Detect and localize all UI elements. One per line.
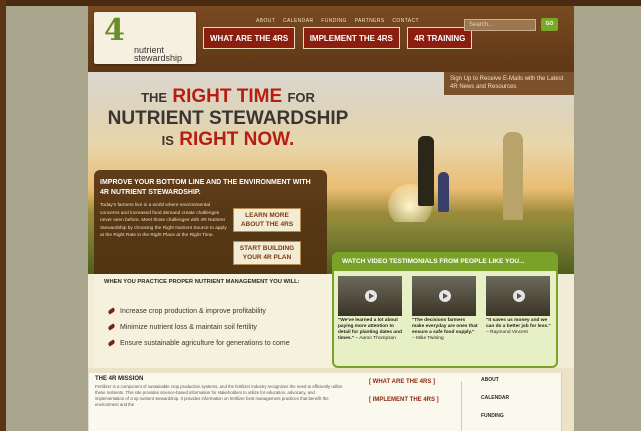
hero-banner: Sign Up to Receive E-Mails with the Late… [88, 72, 574, 274]
tab-implement-4rs[interactable]: IMPLEMENT THE 4RS [302, 27, 400, 49]
quote-author: – Mike Twining [412, 336, 444, 341]
quote-text: "The decisions farmers make everyday are… [412, 318, 478, 335]
top-nav: ABOUT CALENDAR FUNDING PARTNERS CONTACT [256, 18, 425, 24]
headline-is: IS [161, 133, 174, 148]
footer-card: THE 4R MISSION Fertilizer is a component… [88, 373, 562, 431]
search-go-button[interactable]: GO [541, 18, 558, 31]
figure-man [503, 132, 523, 220]
footer-nav-about[interactable]: ABOUT [481, 377, 499, 383]
practice-item: Minimize nutrient loss & maintain soil f… [107, 323, 257, 331]
leaf-bullet-icon [107, 339, 116, 347]
topnav-calendar[interactable]: CALENDAR [283, 18, 313, 24]
practice-item-text: Ensure sustainable agriculture for gener… [120, 340, 290, 347]
leaf-bullet-icon [107, 323, 116, 331]
video-testimonials: WATCH VIDEO TESTIMONIALS FROM PEOPLE LIK… [332, 252, 558, 368]
main-tabs: WHAT ARE THE 4RS IMPLEMENT THE 4RS 4R TR… [203, 27, 475, 49]
site-logo[interactable]: 4 nutrient stewardship [94, 12, 196, 64]
topnav-partners[interactable]: PARTNERS [355, 18, 385, 24]
topnav-about[interactable]: ABOUT [256, 18, 275, 24]
quote-author: – Aaron Thompson [355, 336, 396, 341]
quote-text: "It saves us money and we can do a bette… [486, 318, 551, 329]
testimonial-quote-3: "It saves us money and we can do a bette… [486, 318, 552, 336]
play-icon [439, 290, 451, 302]
footer-divider [461, 381, 462, 431]
topnav-funding[interactable]: FUNDING [321, 18, 347, 24]
logo-mark: 4 [104, 13, 125, 48]
footer-link-what-are-4rs[interactable]: [ WHAT ARE THE 4RS ] [369, 379, 435, 385]
learn-more-button[interactable]: LEARN MORE ABOUT THE 4RS [233, 208, 301, 232]
mission-body: Fertilizer is a component of sustainable… [95, 384, 343, 407]
video-heading: WATCH VIDEO TESTIMONIALS FROM PEOPLE LIK… [332, 252, 558, 271]
hero-headline: THE RIGHT TIME FOR NUTRIENT STEWARDSHIP … [88, 86, 368, 151]
tab-4r-training[interactable]: 4R TRAINING [407, 27, 473, 49]
practice-heading: WHEN YOU PRACTICE PROPER NUTRIENT MANAGE… [104, 279, 300, 285]
practice-item: Ensure sustainable agriculture for gener… [107, 339, 290, 347]
play-icon [513, 290, 525, 302]
figure-child [438, 172, 449, 212]
tab-what-are-4rs[interactable]: WHAT ARE THE 4RS [203, 27, 296, 49]
practice-item-text: Increase crop production & improve profi… [120, 308, 266, 315]
site-footer: THE 4R MISSION Fertilizer is a component… [88, 368, 574, 431]
intro-body: Today's farmers live in a world where en… [100, 203, 227, 238]
start-plan-button[interactable]: START BUILDING YOUR 4R PLAN [233, 241, 301, 265]
video-thumbnail-3[interactable] [486, 276, 550, 316]
headline-for: FOR [287, 90, 315, 105]
video-thumbnail-1[interactable] [338, 276, 402, 316]
logo-text-line2: stewardship [134, 53, 183, 63]
testimonial-quote-1: "We've learned a lot about paying more a… [338, 318, 404, 342]
testimonial-quote-2: "The decisions farmers make everyday are… [412, 318, 478, 342]
practice-item-text: Minimize nutrient loss & maintain soil f… [120, 324, 257, 331]
headline-the: THE [141, 90, 168, 105]
play-icon [365, 290, 377, 302]
headline-right-now: RIGHT NOW. [179, 129, 295, 150]
leaf-bullet-icon [107, 307, 116, 315]
topnav-contact[interactable]: CONTACT [392, 18, 419, 24]
site-header: 4 nutrient stewardship ABOUT CALENDAR FU… [88, 6, 574, 72]
video-thumbnail-2[interactable] [412, 276, 476, 316]
practice-item: Increase crop production & improve profi… [107, 307, 266, 315]
footer-nav-calendar[interactable]: CALENDAR [481, 395, 509, 401]
footer-link-implement-4rs[interactable]: [ IMPLEMENT THE 4RS ] [369, 397, 439, 403]
logo-text: nutrient stewardship [134, 46, 183, 63]
search-input[interactable]: Search... [464, 19, 536, 31]
window-left-border [0, 0, 6, 431]
page: 4 nutrient stewardship ABOUT CALENDAR FU… [88, 6, 574, 431]
footer-nav-funding[interactable]: FUNDING [481, 413, 504, 419]
intro-heading: IMPROVE YOUR BOTTOM LINE AND THE ENVIRON… [100, 179, 311, 196]
mission-title: THE 4R MISSION [95, 376, 144, 382]
headline-line1: THE RIGHT TIME FOR [88, 86, 368, 108]
figure-woman [418, 136, 434, 206]
headline-line2: NUTRIENT STEWARDSHIP [107, 108, 349, 129]
quote-author: – Raymond Vincent [486, 330, 528, 335]
headline-right-time: RIGHT TIME [172, 86, 283, 107]
headline-line3: IS RIGHT NOW. [88, 129, 368, 151]
email-signup-link[interactable]: Sign Up to Receive E-Mails with the Late… [444, 72, 574, 95]
